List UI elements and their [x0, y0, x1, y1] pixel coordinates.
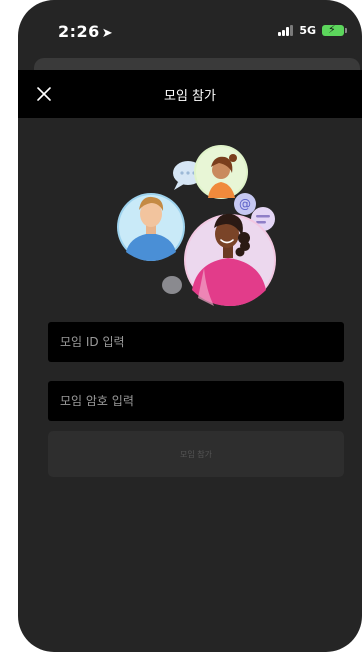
status-indicators: 5G ⚡ — [278, 23, 347, 37]
avatar-man-left — [117, 193, 185, 261]
location-arrow-icon: ➤ — [101, 26, 114, 41]
small-gray-bubble-icon — [162, 276, 182, 294]
network-type: 5G — [299, 24, 316, 37]
people-chat-illustration: @ — [117, 145, 276, 306]
page-title: 모임 참가 — [164, 89, 216, 104]
status-bar: 2:26 ➤ 5G ⚡ — [18, 0, 362, 60]
battery-charging-icon: ⚡ — [322, 23, 347, 36]
avatar-woman-top — [194, 145, 248, 199]
mention-bubble-icon: @ — [234, 193, 256, 215]
nav-bar: 모임 참가 — [18, 70, 362, 118]
avatar-woman-center — [184, 213, 276, 306]
meeting-id-input[interactable] — [48, 322, 344, 362]
join-meeting-button-label: 모임 참가 — [180, 449, 212, 459]
signal-bars-icon — [278, 25, 294, 36]
status-time-text: 2:26 — [58, 22, 100, 41]
meeting-password-input[interactable] — [48, 381, 344, 421]
phone-screen: 2:26 ➤ 5G ⚡ 모임 참가 @ 모임 ID 입력 모임 참가 — [18, 0, 362, 652]
join-meeting-button[interactable]: 모임 참가 — [48, 431, 344, 477]
status-time: 2:26 ➤ — [58, 22, 113, 41]
svg-text:@: @ — [239, 197, 251, 211]
